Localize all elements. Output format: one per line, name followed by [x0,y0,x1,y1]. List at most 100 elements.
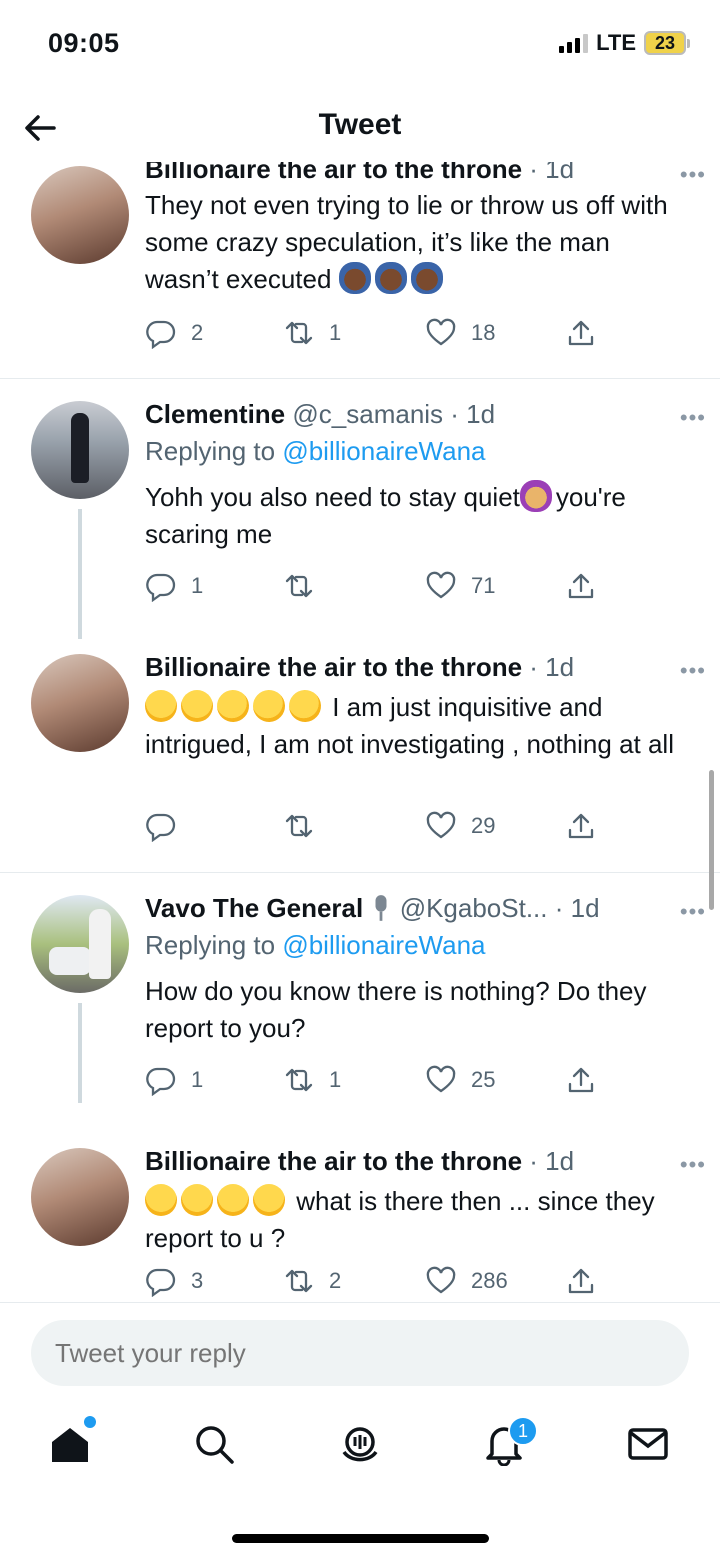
reply-count: 1 [191,573,204,598]
reply-button[interactable]: 1 [145,1064,203,1096]
home-icon [52,1428,88,1462]
signal-icon [559,33,589,53]
like-count: 25 [471,1067,496,1092]
tab-notifications[interactable]: 1 [482,1416,538,1467]
tweet[interactable]: Billionaire the air to the throne · 1d T… [0,162,720,379]
reply-icon [146,1067,176,1096]
retweet-count: 1 [329,320,342,345]
emoji-icon [374,262,407,294]
like-icon [426,1266,456,1294]
tweet[interactable]: Vavo The General @KgaboSt... · 1d Replyi… [0,873,720,1126]
tweet-text: They not even trying to lie or throw us … [145,190,668,294]
like-button[interactable]: 29 [425,810,495,842]
like-count: 71 [471,573,496,598]
tweet-time: · 1d [554,893,600,923]
avatar[interactable] [31,401,129,499]
retweet-count: 1 [329,1067,342,1092]
tab-home[interactable] [48,1416,96,1466]
reply-button[interactable]: 3 [145,1265,203,1297]
tab-spaces[interactable] [338,1422,382,1466]
like-button[interactable]: 286 [425,1265,508,1297]
retweet-button[interactable] [283,810,329,842]
divider [0,1302,720,1303]
reply-button[interactable]: 1 [145,570,203,602]
author-name[interactable]: Billionaire the air to the throne [145,162,522,184]
like-count: 286 [471,1268,508,1293]
messages-icon [628,1428,668,1460]
author-handle[interactable]: @KgaboSt... [400,893,548,923]
share-button[interactable] [565,570,597,602]
like-icon [426,1065,456,1093]
tweet-actions: 3 2 286 [145,1265,605,1302]
replying-to-link[interactable]: @billionaireWana [282,930,485,960]
like-count: 18 [471,320,496,345]
emoji-icon [145,690,177,722]
author-name[interactable]: Vavo The General [145,893,363,923]
tweet[interactable]: Billionaire the air to the throne · 1d I… [0,632,720,872]
tweet[interactable]: Billionaire the air to the throne · 1d w… [0,1126,720,1302]
tweet-feed[interactable]: Billionaire the air to the throne · 1d T… [0,162,720,1302]
retweet-icon [285,574,313,598]
replying-to: Replying to @billionaireWana [145,436,486,466]
share-button[interactable] [565,810,597,842]
avatar[interactable] [31,1148,129,1246]
retweet-button[interactable]: 1 [283,1064,341,1096]
emoji-icon [247,684,291,728]
more-options-icon[interactable]: ••• [680,405,706,431]
like-icon [426,811,456,839]
more-options-icon[interactable]: ••• [680,899,706,925]
tweet[interactable]: Clementine @c_samanis · 1d Replying to @… [0,379,720,639]
reply-count: 1 [191,1067,204,1092]
share-button[interactable] [565,1064,597,1096]
tweet-actions: 1 71 [145,570,605,610]
share-button[interactable] [565,1265,597,1297]
thread-line [78,1003,82,1103]
like-button[interactable]: 18 [425,317,495,349]
author-handle[interactable]: @c_samanis [292,399,443,429]
reply-input[interactable] [31,1320,689,1386]
home-indicator[interactable] [232,1534,489,1543]
network-type: LTE [596,30,636,55]
retweet-button[interactable]: 1 [283,317,341,349]
tweet-actions: 1 1 25 [145,1064,605,1104]
like-button[interactable]: 25 [425,1064,495,1096]
tweet-meta: Billionaire the air to the throne · 1d [145,1146,680,1177]
emoji-icon [211,684,255,728]
tweet-meta: Vavo The General @KgaboSt... · 1d [145,893,680,924]
new-content-dot [84,1416,96,1428]
emoji-icon [145,1184,177,1216]
tab-search[interactable] [192,1422,236,1466]
emoji-icon [338,262,371,294]
replying-to-link[interactable]: @billionaireWana [282,436,485,466]
reply-icon [146,1268,176,1297]
more-options-icon[interactable]: ••• [680,1152,706,1178]
like-button[interactable]: 71 [425,570,495,602]
tweet-time: · 1d [450,399,496,429]
author-name[interactable]: Clementine [145,399,285,429]
reply-icon [146,573,176,602]
avatar[interactable] [31,166,129,264]
replying-to: Replying to @billionaireWana [145,930,486,960]
emoji-icon [283,684,327,728]
retweet-icon [285,814,313,838]
author-name[interactable]: Billionaire the air to the throne [145,1146,522,1176]
avatar[interactable] [31,654,129,752]
author-name[interactable]: Billionaire the air to the throne [145,652,522,682]
share-button[interactable] [565,317,597,349]
retweet-button[interactable]: 2 [283,1265,341,1297]
more-options-icon[interactable]: ••• [680,658,706,684]
avatar[interactable] [31,895,129,993]
reply-icon [146,320,176,349]
reply-button[interactable]: 2 [145,317,203,349]
retweet-button[interactable] [283,570,329,602]
tab-bar: 1 [0,1400,720,1500]
tab-messages[interactable] [626,1422,670,1466]
tweet-text: I am just inquisitive and intrigued, I a… [145,684,680,763]
status-bar: 09:05 LTE 23 [0,0,720,90]
reply-count: 2 [191,320,204,345]
emoji-icon [519,480,552,512]
scrollbar[interactable] [709,770,714,910]
reply-button[interactable] [145,810,191,842]
retweet-icon [285,1068,313,1092]
more-options-icon[interactable]: ••• [680,162,706,188]
